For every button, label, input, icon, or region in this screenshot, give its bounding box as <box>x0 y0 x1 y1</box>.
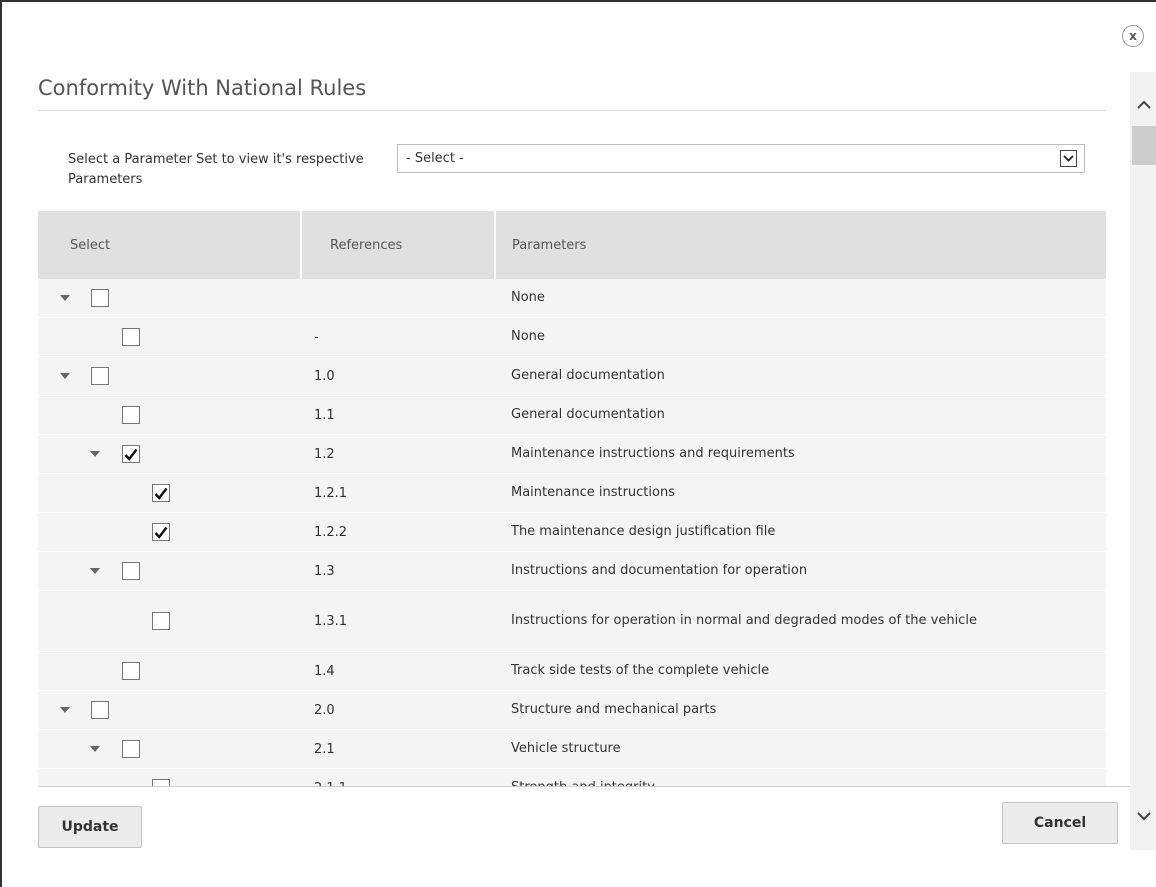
scrollbar-thumb[interactable] <box>1132 126 1156 165</box>
checkmark-icon <box>154 487 168 500</box>
scroll-up-button[interactable] <box>1130 90 1156 118</box>
checkmark-icon <box>124 448 138 461</box>
expand-triangle-icon[interactable] <box>90 746 100 752</box>
row-checkbox[interactable] <box>122 662 140 680</box>
row-checkbox[interactable] <box>122 562 140 580</box>
parameter-set-label: Select a Parameter Set to view it's resp… <box>68 152 364 187</box>
dialog-title: Conformity With National Rules <box>38 76 367 100</box>
parameter-cell: General documentation <box>495 356 1106 396</box>
reference-cell: 1.2.2 <box>301 512 495 552</box>
parameters-table: Select References Parameters None - None 1.… <box>38 211 1106 786</box>
row-checkbox[interactable] <box>152 779 170 786</box>
parameter-cell: The maintenance design justification fil… <box>495 512 1106 552</box>
parameter-set-select[interactable]: - Select - <box>397 144 1085 173</box>
column-header-references: References <box>300 211 495 279</box>
parameter-cell: Vehicle structure <box>495 729 1106 769</box>
table-row: None <box>38 279 1106 318</box>
parameter-cell: Maintenance instructions and requirement… <box>495 434 1106 474</box>
table-row: 1.2.1 Maintenance instructions <box>38 473 1106 513</box>
chevron-down-icon[interactable] <box>1060 150 1077 167</box>
table-header-row: Select References Parameters <box>38 211 1106 279</box>
expand-triangle-icon[interactable] <box>60 373 70 379</box>
table-row: 1.3.1 Instructions for operation in norma… <box>38 590 1106 652</box>
select-cell <box>38 651 301 691</box>
select-cell <box>38 395 301 435</box>
row-checkbox[interactable] <box>91 701 109 719</box>
close-icon: x <box>1129 29 1137 43</box>
parameters-table-container: Select References Parameters None - None 1.… <box>38 211 1106 786</box>
parameter-set-select-value: - Select - <box>406 151 464 166</box>
parameter-cell: Instructions for operation in normal and… <box>495 590 1106 652</box>
row-checkbox[interactable] <box>91 289 109 307</box>
parameter-cell: Structure and mechanical parts <box>495 690 1106 730</box>
table-row: 1.2.2 The maintenance design justificatio… <box>38 512 1106 552</box>
parameter-cell: General documentation <box>495 395 1106 435</box>
table-row: 1.0 General documentation <box>38 356 1106 396</box>
expand-triangle-icon[interactable] <box>90 451 100 457</box>
select-cell <box>38 473 301 513</box>
reference-cell: 1.3.1 <box>301 590 495 652</box>
parameter-cell: None <box>495 279 1106 318</box>
reference-cell: 1.2.1 <box>301 473 495 513</box>
row-checkbox[interactable] <box>152 523 170 541</box>
table-row: 2.0 Structure and mechanical parts <box>38 690 1106 730</box>
reference-cell: 1.0 <box>301 356 495 396</box>
table-row: 1.4 Track side tests of the complete vehi… <box>38 651 1106 691</box>
select-cell <box>38 768 301 786</box>
select-cell <box>38 551 301 591</box>
parameter-cell: None <box>495 317 1106 357</box>
checkmark-icon <box>154 526 168 539</box>
row-checkbox[interactable] <box>122 328 140 346</box>
table-row: 2.1.1Strength and integrity <box>38 768 1106 786</box>
reference-cell: 1.4 <box>301 651 495 691</box>
chevron-down-icon <box>1137 811 1151 820</box>
row-checkbox[interactable] <box>122 740 140 758</box>
reference-cell: 1.1 <box>301 395 495 435</box>
row-checkbox[interactable] <box>122 445 140 463</box>
dialog: x Conformity With National Rules Select … <box>0 0 1156 887</box>
update-button[interactable]: Update <box>38 806 142 848</box>
footer-divider <box>38 786 1132 787</box>
select-cell <box>38 317 301 357</box>
parameter-cell: Track side tests of the complete vehicle <box>495 651 1106 691</box>
row-checkbox[interactable] <box>152 612 170 630</box>
close-button[interactable]: x <box>1122 25 1144 47</box>
reference-cell: - <box>301 317 495 357</box>
table-row: - None <box>38 317 1106 357</box>
select-cell <box>38 590 301 652</box>
select-cell <box>38 279 301 318</box>
title-divider <box>38 110 1106 111</box>
select-cell <box>38 512 301 552</box>
select-cell <box>38 729 301 769</box>
column-header-select: Select <box>38 211 301 279</box>
reference-cell: 2.0 <box>301 690 495 730</box>
table-row: 2.1 Vehicle structure <box>38 729 1106 769</box>
expand-triangle-icon[interactable] <box>60 295 70 301</box>
parameter-cell: Strength and integrity <box>495 768 1106 786</box>
row-checkbox[interactable] <box>91 367 109 385</box>
column-header-parameters: Parameters <box>494 211 1106 279</box>
expand-triangle-icon[interactable] <box>90 568 100 574</box>
reference-cell: 1.2 <box>301 434 495 474</box>
expand-triangle-icon[interactable] <box>60 707 70 713</box>
parameter-cell: Instructions and documentation for opera… <box>495 551 1106 591</box>
select-cell <box>38 690 301 730</box>
select-cell <box>38 434 301 474</box>
reference-cell: 2.1.1 <box>301 768 495 786</box>
row-checkbox[interactable] <box>152 484 170 502</box>
table-row: 1.2 Maintenance instructions and requirem… <box>38 434 1106 474</box>
cancel-button[interactable]: Cancel <box>1002 802 1118 844</box>
select-cell <box>38 356 301 396</box>
parameter-cell: Maintenance instructions <box>495 473 1106 513</box>
reference-cell: 1.3 <box>301 551 495 591</box>
reference-cell: 2.1 <box>301 729 495 769</box>
table-row: 1.1 General documentation <box>38 395 1106 435</box>
chevron-up-icon <box>1137 100 1151 109</box>
scrollbar[interactable] <box>1130 72 1156 850</box>
scroll-down-button[interactable] <box>1130 802 1156 830</box>
row-checkbox[interactable] <box>122 406 140 424</box>
table-row: 1.3 Instructions and documentation for op… <box>38 551 1106 591</box>
reference-cell <box>301 279 495 318</box>
